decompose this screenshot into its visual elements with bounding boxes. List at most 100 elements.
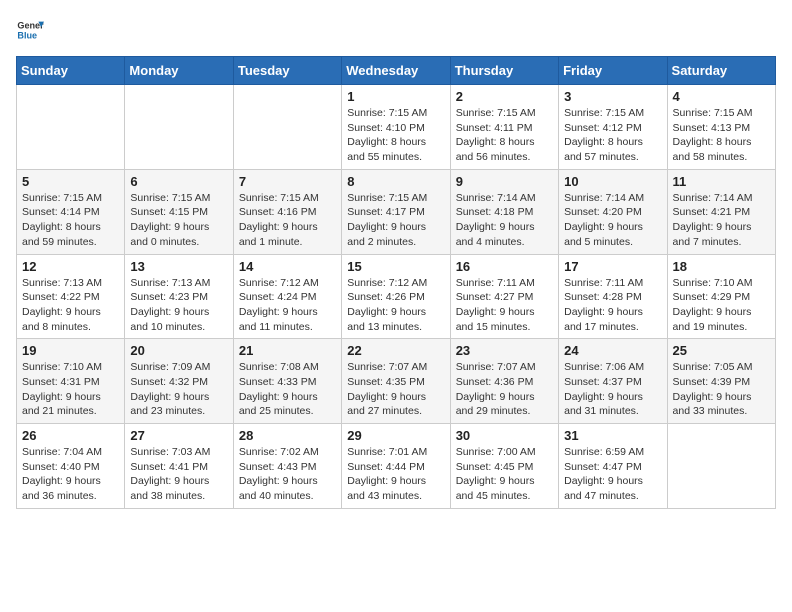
day-number: 29 <box>347 428 444 443</box>
day-number: 3 <box>564 89 661 104</box>
calendar-day-cell: 10 Sunrise: 7:14 AM Sunset: 4:20 PM Dayli… <box>559 169 667 254</box>
day-info: Sunrise: 7:10 AM Sunset: 4:29 PM Dayligh… <box>673 276 770 335</box>
day-number: 18 <box>673 259 770 274</box>
calendar-day-cell: 6 Sunrise: 7:15 AM Sunset: 4:15 PM Daylig… <box>125 169 233 254</box>
calendar-day-cell: 27 Sunrise: 7:03 AM Sunset: 4:41 PM Dayli… <box>125 424 233 509</box>
day-number: 6 <box>130 174 227 189</box>
day-number: 23 <box>456 343 553 358</box>
calendar-table: SundayMondayTuesdayWednesdayThursdayFrid… <box>16 56 776 509</box>
day-number: 8 <box>347 174 444 189</box>
calendar-day-cell: 24 Sunrise: 7:06 AM Sunset: 4:37 PM Dayli… <box>559 339 667 424</box>
day-info: Sunrise: 7:11 AM Sunset: 4:27 PM Dayligh… <box>456 276 553 335</box>
day-number: 9 <box>456 174 553 189</box>
calendar-day-cell: 7Sunrise: 7:15 AM Sunset: 4:16 PM Daylig… <box>233 169 341 254</box>
calendar-day-cell: 20 Sunrise: 7:09 AM Sunset: 4:32 PM Dayli… <box>125 339 233 424</box>
day-number: 31 <box>564 428 661 443</box>
day-info: Sunrise: 7:15 AM Sunset: 4:17 PM Dayligh… <box>347 191 444 250</box>
day-info: Sunrise: 7:12 AM Sunset: 4:26 PM Dayligh… <box>347 276 444 335</box>
day-number: 28 <box>239 428 336 443</box>
calendar-day-cell <box>17 85 125 170</box>
calendar-day-cell: 18 Sunrise: 7:10 AM Sunset: 4:29 PM Dayli… <box>667 254 775 339</box>
calendar-day-cell: 5 Sunrise: 7:15 AM Sunset: 4:14 PM Daylig… <box>17 169 125 254</box>
calendar-week-row: 5 Sunrise: 7:15 AM Sunset: 4:14 PM Daylig… <box>17 169 776 254</box>
day-number: 16 <box>456 259 553 274</box>
day-number: 20 <box>130 343 227 358</box>
calendar-day-cell: 22 Sunrise: 7:07 AM Sunset: 4:35 PM Dayli… <box>342 339 450 424</box>
calendar-day-cell: 16 Sunrise: 7:11 AM Sunset: 4:27 PM Dayli… <box>450 254 558 339</box>
calendar-day-cell: 11 Sunrise: 7:14 AM Sunset: 4:21 PM Dayli… <box>667 169 775 254</box>
day-of-week-header: Wednesday <box>342 57 450 85</box>
day-info: Sunrise: 7:08 AM Sunset: 4:33 PM Dayligh… <box>239 360 336 419</box>
day-info: Sunrise: 7:07 AM Sunset: 4:36 PM Dayligh… <box>456 360 553 419</box>
calendar-day-cell: 17Sunrise: 7:11 AM Sunset: 4:28 PM Dayli… <box>559 254 667 339</box>
day-number: 19 <box>22 343 119 358</box>
day-info: Sunrise: 7:15 AM Sunset: 4:11 PM Dayligh… <box>456 106 553 165</box>
page-header: General Blue <box>16 16 776 44</box>
day-of-week-header: Friday <box>559 57 667 85</box>
day-info: Sunrise: 7:14 AM Sunset: 4:20 PM Dayligh… <box>564 191 661 250</box>
day-number: 21 <box>239 343 336 358</box>
calendar-day-cell: 12Sunrise: 7:13 AM Sunset: 4:22 PM Dayli… <box>17 254 125 339</box>
day-info: Sunrise: 7:00 AM Sunset: 4:45 PM Dayligh… <box>456 445 553 504</box>
day-info: Sunrise: 7:14 AM Sunset: 4:18 PM Dayligh… <box>456 191 553 250</box>
day-number: 13 <box>130 259 227 274</box>
calendar-day-cell: 15 Sunrise: 7:12 AM Sunset: 4:26 PM Dayli… <box>342 254 450 339</box>
day-info: Sunrise: 7:12 AM Sunset: 4:24 PM Dayligh… <box>239 276 336 335</box>
generalblue-logo-icon: General Blue <box>16 16 44 44</box>
day-number: 25 <box>673 343 770 358</box>
day-info: Sunrise: 7:15 AM Sunset: 4:15 PM Dayligh… <box>130 191 227 250</box>
day-number: 11 <box>673 174 770 189</box>
day-info: Sunrise: 7:04 AM Sunset: 4:40 PM Dayligh… <box>22 445 119 504</box>
day-number: 24 <box>564 343 661 358</box>
calendar-day-cell: 29 Sunrise: 7:01 AM Sunset: 4:44 PM Dayli… <box>342 424 450 509</box>
day-number: 5 <box>22 174 119 189</box>
calendar-day-cell: 25 Sunrise: 7:05 AM Sunset: 4:39 PM Dayli… <box>667 339 775 424</box>
day-info: Sunrise: 7:09 AM Sunset: 4:32 PM Dayligh… <box>130 360 227 419</box>
calendar-day-cell: 30 Sunrise: 7:00 AM Sunset: 4:45 PM Dayli… <box>450 424 558 509</box>
calendar-week-row: 19Sunrise: 7:10 AM Sunset: 4:31 PM Dayli… <box>17 339 776 424</box>
calendar-day-cell: 9 Sunrise: 7:14 AM Sunset: 4:18 PM Daylig… <box>450 169 558 254</box>
day-info: Sunrise: 7:06 AM Sunset: 4:37 PM Dayligh… <box>564 360 661 419</box>
calendar-day-cell: 8 Sunrise: 7:15 AM Sunset: 4:17 PM Daylig… <box>342 169 450 254</box>
day-number: 22 <box>347 343 444 358</box>
calendar-day-cell: 2 Sunrise: 7:15 AM Sunset: 4:11 PM Daylig… <box>450 85 558 170</box>
day-info: Sunrise: 7:13 AM Sunset: 4:23 PM Dayligh… <box>130 276 227 335</box>
day-info: Sunrise: 7:07 AM Sunset: 4:35 PM Dayligh… <box>347 360 444 419</box>
calendar-day-cell <box>667 424 775 509</box>
day-number: 30 <box>456 428 553 443</box>
calendar-day-cell: 1Sunrise: 7:15 AM Sunset: 4:10 PM Daylig… <box>342 85 450 170</box>
day-info: Sunrise: 7:15 AM Sunset: 4:14 PM Dayligh… <box>22 191 119 250</box>
calendar-week-row: 26 Sunrise: 7:04 AM Sunset: 4:40 PM Dayli… <box>17 424 776 509</box>
day-of-week-header: Saturday <box>667 57 775 85</box>
calendar-day-cell: 31Sunrise: 6:59 AM Sunset: 4:47 PM Dayli… <box>559 424 667 509</box>
day-number: 2 <box>456 89 553 104</box>
calendar-week-row: 1Sunrise: 7:15 AM Sunset: 4:10 PM Daylig… <box>17 85 776 170</box>
calendar-day-cell: 28 Sunrise: 7:02 AM Sunset: 4:43 PM Dayli… <box>233 424 341 509</box>
calendar-day-cell <box>233 85 341 170</box>
day-info: Sunrise: 7:14 AM Sunset: 4:21 PM Dayligh… <box>673 191 770 250</box>
day-of-week-header: Thursday <box>450 57 558 85</box>
day-info: Sunrise: 7:11 AM Sunset: 4:28 PM Dayligh… <box>564 276 661 335</box>
day-info: Sunrise: 7:01 AM Sunset: 4:44 PM Dayligh… <box>347 445 444 504</box>
calendar-day-cell: 23 Sunrise: 7:07 AM Sunset: 4:36 PM Dayli… <box>450 339 558 424</box>
day-of-week-header: Tuesday <box>233 57 341 85</box>
day-info: Sunrise: 7:05 AM Sunset: 4:39 PM Dayligh… <box>673 360 770 419</box>
day-of-week-header: Monday <box>125 57 233 85</box>
day-number: 26 <box>22 428 119 443</box>
calendar-week-row: 12Sunrise: 7:13 AM Sunset: 4:22 PM Dayli… <box>17 254 776 339</box>
day-number: 14 <box>239 259 336 274</box>
day-number: 7 <box>239 174 336 189</box>
day-info: Sunrise: 7:15 AM Sunset: 4:12 PM Dayligh… <box>564 106 661 165</box>
day-info: Sunrise: 7:13 AM Sunset: 4:22 PM Dayligh… <box>22 276 119 335</box>
day-info: Sunrise: 7:03 AM Sunset: 4:41 PM Dayligh… <box>130 445 227 504</box>
day-info: Sunrise: 7:02 AM Sunset: 4:43 PM Dayligh… <box>239 445 336 504</box>
logo: General Blue <box>16 16 44 44</box>
calendar-day-cell: 3 Sunrise: 7:15 AM Sunset: 4:12 PM Daylig… <box>559 85 667 170</box>
day-number: 15 <box>347 259 444 274</box>
calendar-day-cell: 21 Sunrise: 7:08 AM Sunset: 4:33 PM Dayli… <box>233 339 341 424</box>
day-info: Sunrise: 7:15 AM Sunset: 4:10 PM Dayligh… <box>347 106 444 165</box>
day-number: 10 <box>564 174 661 189</box>
calendar-day-cell <box>125 85 233 170</box>
day-number: 27 <box>130 428 227 443</box>
calendar-day-cell: 26 Sunrise: 7:04 AM Sunset: 4:40 PM Dayli… <box>17 424 125 509</box>
